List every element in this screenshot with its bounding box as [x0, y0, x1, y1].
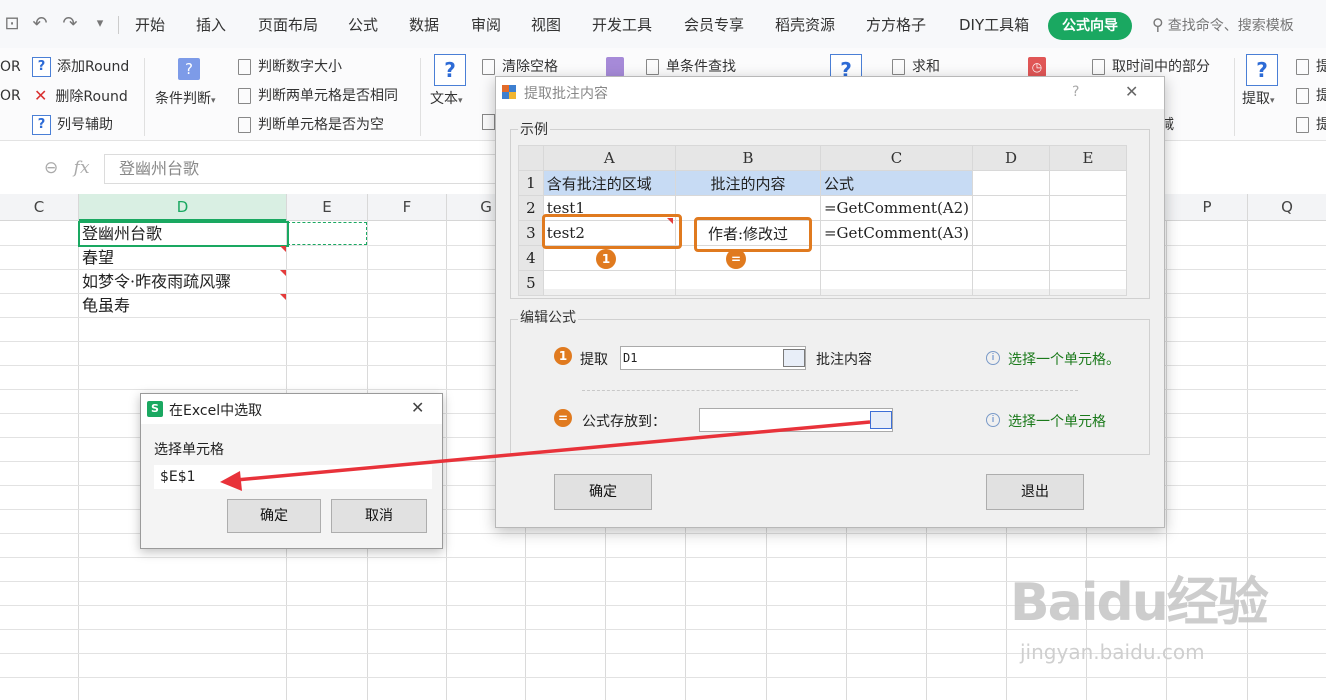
annotation-arrow-line [235, 420, 871, 482]
annotation-arrow-layer [220, 420, 871, 491]
annotation-arrow-head [220, 471, 242, 491]
